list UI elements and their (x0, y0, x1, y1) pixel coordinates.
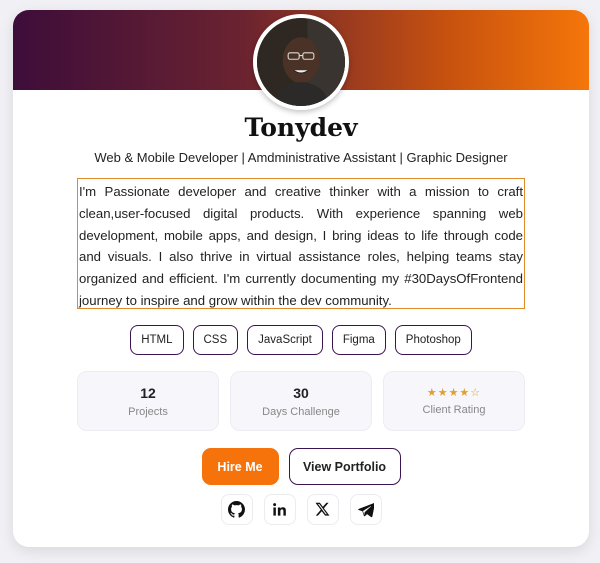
x-link[interactable] (306, 494, 339, 525)
profile-role: Web & Mobile Developer | Amdministrative… (94, 150, 508, 165)
skill-tag-css: CSS (192, 325, 239, 355)
stat-projects-label: Projects (128, 405, 168, 418)
stat-days-label: Days Challenge (262, 405, 340, 418)
stat-days-value: 30 (293, 384, 309, 401)
avatar-photo (257, 18, 345, 106)
action-buttons: Hire Me View Portfolio (13, 448, 589, 485)
telegram-link[interactable] (349, 494, 382, 525)
github-link[interactable] (220, 494, 253, 525)
hire-me-button[interactable]: Hire Me (201, 448, 279, 485)
skill-tag-photoshop: Photoshop (394, 325, 472, 355)
skills-list: HTML CSS JavaScript Figma Photoshop (13, 325, 589, 355)
social-links (13, 494, 589, 525)
skill-tag-html: HTML (130, 325, 184, 355)
stat-days-challenge: 30 Days Challenge (230, 371, 372, 431)
profile-name: Tonydev (244, 113, 358, 142)
stat-projects-value: 12 (140, 384, 156, 401)
github-icon (228, 501, 245, 518)
skill-tag-javascript: JavaScript (247, 325, 323, 355)
stat-rating-label: Client Rating (422, 404, 486, 416)
telegram-icon (357, 502, 374, 517)
linkedin-icon (273, 503, 286, 516)
avatar (253, 14, 349, 110)
x-icon (315, 502, 330, 516)
stat-client-rating: ★★★★☆ Client Rating (383, 371, 525, 431)
profile-bio: I'm Passionate developer and creative th… (77, 178, 525, 309)
skill-tag-figma: Figma (331, 325, 386, 355)
view-portfolio-button[interactable]: View Portfolio (288, 448, 401, 485)
linkedin-link[interactable] (263, 494, 296, 525)
rating-stars-icon: ★★★★☆ (426, 387, 482, 399)
stat-projects: 12 Projects (77, 371, 219, 431)
stats-row: 12 Projects 30 Days Challenge ★★★★☆ Clie… (77, 371, 525, 431)
profile-card: Tonydev Web & Mobile Developer | Amdmini… (13, 10, 589, 547)
